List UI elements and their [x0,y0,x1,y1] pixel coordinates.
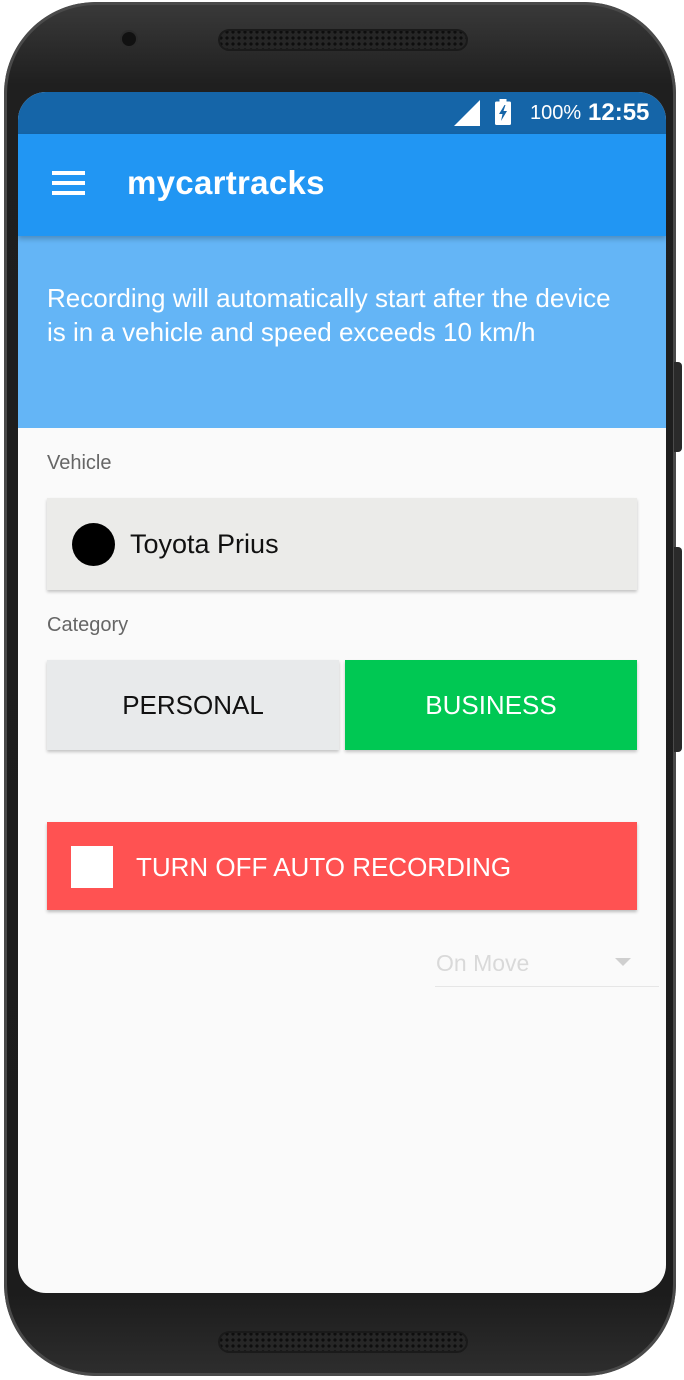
info-banner: Recording will automatically start after… [18,236,666,428]
bottom-speaker [218,1331,468,1353]
turn-off-auto-recording-button[interactable]: TURN OFF AUTO RECORDING [47,822,637,910]
vehicle-selector[interactable]: Toyota Prius [47,498,637,590]
hamburger-menu-icon[interactable] [44,166,85,202]
volume-button [674,547,682,752]
app-bar: mycartracks [18,134,666,236]
status-bar: 100% 12:55 [18,92,666,134]
auto-recording-checkbox[interactable] [71,846,113,888]
trigger-row: On Move [47,938,659,988]
dropdown-caret-icon [615,958,631,966]
trigger-dropdown-value: On Move [436,950,530,976]
vehicle-label: Vehicle [47,452,112,474]
status-clock: 12:55 [588,99,650,126]
signal-icon [454,100,480,126]
screen: 100% 12:55 mycartracks Recording will au… [18,92,666,1293]
app-title: mycartracks [127,164,325,201]
top-speaker [218,29,468,51]
front-camera [122,32,136,46]
vehicle-color-dot [72,523,115,566]
battery-charging-icon [495,99,511,125]
personal-button[interactable]: PERSONAL [47,660,339,750]
category-label: Category [47,614,129,636]
trigger-dropdown[interactable]: On Move [435,938,659,987]
battery-percentage: 100% [530,102,582,124]
business-button[interactable]: BUSINESS [345,660,637,750]
power-button [674,362,682,452]
form-content: Vehicle Toyota Prius Category PERSONAL B… [18,452,666,988]
auto-recording-label: TURN OFF AUTO RECORDING [136,852,512,882]
category-toggle: PERSONAL BUSINESS [47,660,637,750]
vehicle-name: Toyota Prius [130,529,279,559]
phone-frame: 100% 12:55 mycartracks Recording will au… [4,2,682,1376]
info-banner-text: Recording will automatically start after… [47,283,611,347]
